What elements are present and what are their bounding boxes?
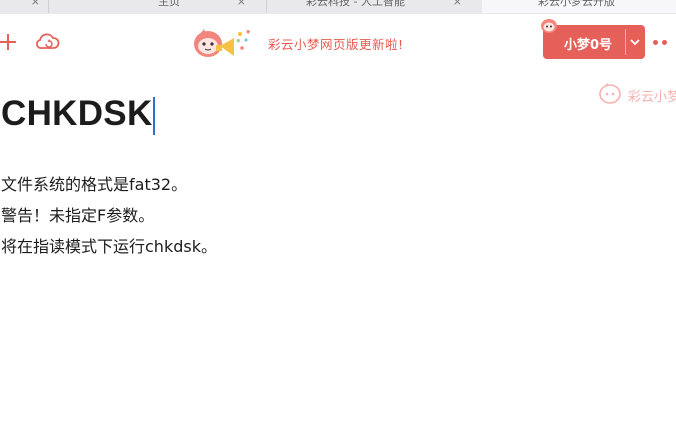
tab-caiyun-tech[interactable]: 彩云科技 - 人工智能 × [266, 0, 483, 13]
document-title[interactable]: CHKDSK [1, 94, 153, 134]
divider [625, 29, 626, 55]
mascot-avatar-icon [541, 19, 557, 33]
text-caret [153, 97, 155, 135]
tab-label: 彩云小梦云开版 [538, 0, 615, 8]
update-banner-text[interactable]: 彩云小梦网页版更新啦! [268, 34, 404, 53]
close-icon[interactable]: × [237, 0, 246, 13]
document-line[interactable]: 文件系统的格式是fat32。 [1, 171, 187, 195]
document-line[interactable]: 警告！未指定F参数。 [1, 202, 154, 226]
mascot-watermark-icon [599, 83, 621, 104]
tab-caiyun-xiaomeng[interactable]: 彩云小梦云开版 [482, 0, 676, 13]
close-icon[interactable]: × [453, 0, 462, 13]
watermark-text: 彩云小梦 [628, 90, 676, 105]
mascot-logo-icon [194, 29, 251, 57]
account-name: 小梦0号 [564, 38, 613, 53]
account-button[interactable]: 小梦0号 [541, 19, 645, 59]
more-icon[interactable] [653, 40, 676, 46]
document-line[interactable]: 将在指读模式下运行chkdsk。 [1, 233, 217, 257]
tab-partial-left[interactable]: × [0, 0, 49, 13]
chevron-down-icon[interactable] [629, 36, 641, 48]
cloud-sync-icon[interactable] [35, 31, 61, 53]
tab-label: 主页 [158, 0, 180, 8]
close-icon[interactable]: × [31, 0, 40, 13]
tab-home[interactable]: 主页 × [48, 0, 267, 13]
plus-icon[interactable] [0, 32, 18, 52]
tab-label: 彩云科技 - 人工智能 [306, 0, 405, 8]
editor-toolbar: 彩云小梦网页版更新啦! 小梦0号 [0, 14, 676, 70]
browser-tab-strip: × 主页 × 彩云科技 - 人工智能 × 彩云小梦云开版 [0, 0, 676, 15]
